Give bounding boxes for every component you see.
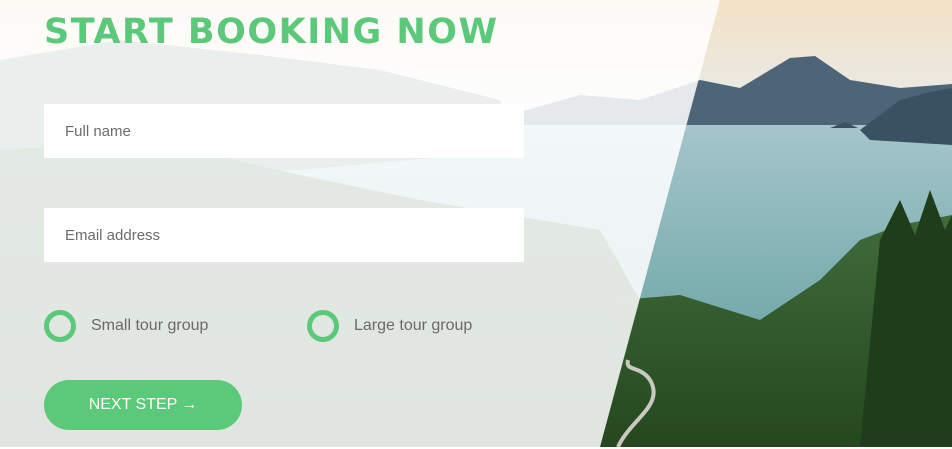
page-title: START BOOKING NOW: [44, 12, 499, 52]
radio-ring-icon[interactable]: [44, 310, 76, 342]
next-step-label: NEXT STEP: [88, 396, 178, 413]
full-name-input[interactable]: [44, 104, 524, 158]
next-step-button[interactable]: NEXT STEP →: [44, 380, 242, 430]
small-tour-group-option[interactable]: Small tour group: [44, 310, 208, 342]
booking-form: START BOOKING NOW Small tour group Large…: [0, 0, 952, 449]
radio-ring-icon[interactable]: [307, 310, 339, 342]
large-tour-group-option[interactable]: Large tour group: [307, 310, 472, 342]
large-tour-group-label: Large tour group: [354, 317, 473, 334]
small-tour-group-label: Small tour group: [91, 317, 209, 334]
arrow-right-icon: →: [181, 396, 198, 413]
email-input[interactable]: [44, 208, 524, 262]
